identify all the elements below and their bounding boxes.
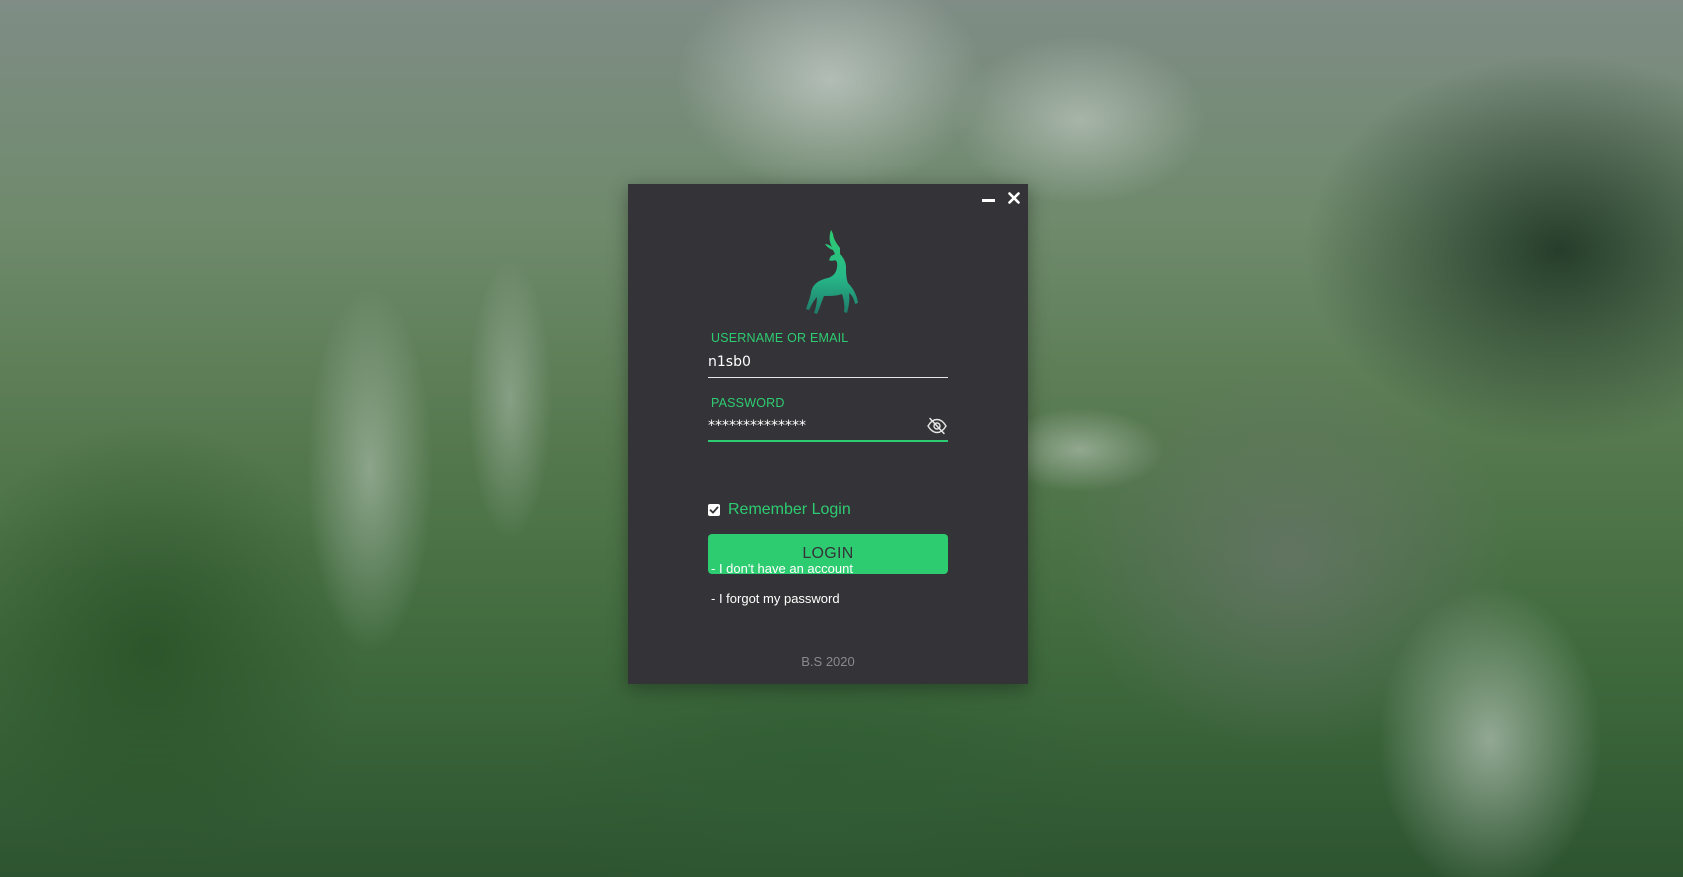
remember-login-label[interactable]: Remember Login xyxy=(728,501,851,519)
username-field-wrapper xyxy=(708,346,948,378)
password-input[interactable] xyxy=(708,410,948,442)
forgot-password-link[interactable]: - I forgot my password xyxy=(711,591,840,606)
username-input[interactable] xyxy=(708,346,948,378)
minimize-icon xyxy=(981,195,995,202)
minimize-button[interactable] xyxy=(980,190,996,206)
close-button[interactable] xyxy=(1006,190,1022,206)
password-field-wrapper xyxy=(708,410,948,442)
username-label: USERNAME OR EMAIL xyxy=(711,331,849,345)
login-window: USERNAME OR EMAIL PASSWORD Remember Logi… xyxy=(628,184,1028,684)
password-underline xyxy=(708,440,948,442)
deer-logo-icon xyxy=(806,230,858,314)
close-icon xyxy=(1008,192,1020,204)
remember-login-checkbox[interactable]: Remember Login xyxy=(708,501,851,519)
username-underline xyxy=(708,377,948,378)
window-controls xyxy=(980,190,1022,206)
footer-credit: B.S 2020 xyxy=(801,654,855,669)
checkbox-checked-icon[interactable] xyxy=(708,504,720,516)
password-label: PASSWORD xyxy=(711,396,785,410)
no-account-link[interactable]: - I don't have an account xyxy=(711,561,853,576)
eye-slash-icon[interactable] xyxy=(926,417,948,435)
